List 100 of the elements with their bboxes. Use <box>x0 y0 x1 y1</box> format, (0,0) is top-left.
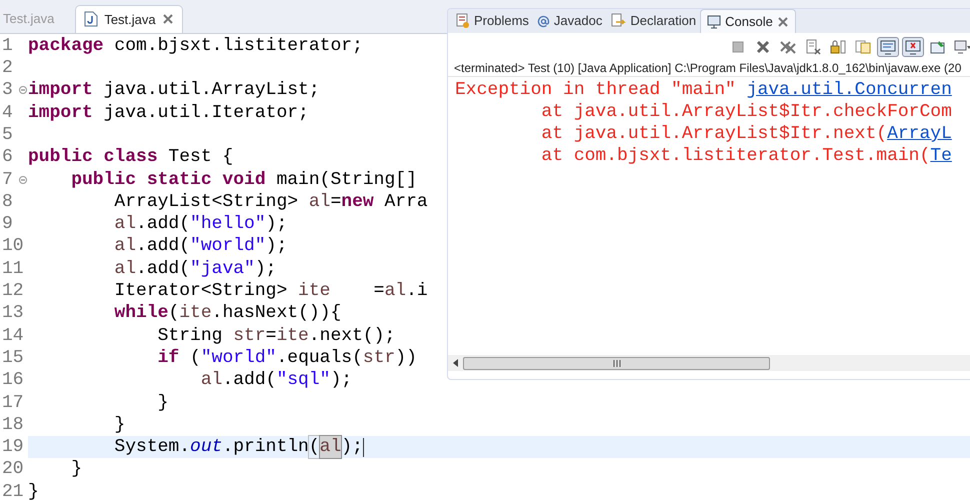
keyword-text: package <box>28 34 104 58</box>
variable-text: ite <box>179 302 212 325</box>
code-text: .println <box>222 436 309 458</box>
field-text: out <box>190 436 222 458</box>
code-text: = <box>372 280 384 302</box>
text-cursor <box>362 438 364 457</box>
tab-label: Declaration <box>630 12 696 30</box>
code-text: } <box>156 392 168 414</box>
line-number: 14 <box>1 326 24 346</box>
process-status: <terminated> Test (10) [Java Application] C:\Program Files\Java\jdk1.8.0_162\bin\javaw.exe (20 <box>448 59 970 77</box>
code-text: ); <box>266 213 288 236</box>
horizontal-scrollbar[interactable] <box>448 355 970 371</box>
code-text: ( <box>189 346 201 370</box>
code-text: .i <box>406 280 428 302</box>
tab-label: Test.java <box>3 10 54 28</box>
string-literal: "world" <box>200 346 276 370</box>
code-text: ArrayList<String> <box>113 190 300 214</box>
keyword-text: while <box>113 302 168 325</box>
error-text: at com.bjsxt.listiterator.Test.main( <box>540 145 930 167</box>
tab-label: Console <box>725 12 773 31</box>
code-text: ); <box>330 369 352 392</box>
keyword-text: import <box>28 79 93 102</box>
line-number: 18 <box>1 414 24 435</box>
code-text: java.util.Iterator; <box>102 102 309 124</box>
variable-text: str <box>233 324 266 347</box>
error-text: at java.util.ArrayList$Itr.checkForCom <box>540 101 952 123</box>
code-text: } <box>113 414 126 436</box>
string-literal: "sql" <box>276 369 330 392</box>
code-text: .add( <box>222 369 276 392</box>
line-number: 3 <box>1 80 13 100</box>
line-number: 20 <box>1 459 24 480</box>
scrollbar-thumb[interactable] <box>463 356 770 370</box>
code-text: } <box>70 458 82 481</box>
keyword-text: import <box>28 102 93 124</box>
warning-list-icon <box>456 13 470 29</box>
variable-text: al <box>384 280 406 302</box>
variable-text: str <box>362 346 396 370</box>
code-text: )) <box>395 346 417 370</box>
line-number: 12 <box>1 281 24 302</box>
fold-minus-icon[interactable] <box>19 86 27 94</box>
keyword-text: public static void <box>70 168 266 191</box>
monitor-icon <box>707 14 722 28</box>
code-text: = <box>330 190 342 214</box>
grip-icon <box>612 360 620 366</box>
view-tab[interactable]: Console <box>700 9 796 33</box>
line-number: 7 <box>1 170 13 190</box>
string-literal: "world" <box>190 235 266 258</box>
line-number: 4 <box>1 102 13 123</box>
stack-trace-link[interactable]: ArrayL <box>887 123 952 145</box>
code-text: .hasNext()){ <box>212 302 342 325</box>
string-literal: "hello" <box>190 213 266 236</box>
tab-label: Javadoc <box>554 12 602 30</box>
keyword-text: new <box>341 190 374 214</box>
at-sign-icon <box>536 14 550 28</box>
code-text: Arra <box>383 190 428 214</box>
line-number: 8 <box>1 192 13 212</box>
occurrence-highlight: al <box>320 436 342 458</box>
line-number: 16 <box>1 370 24 390</box>
code-text: Test { <box>167 146 234 169</box>
code-text: com.bjsxt.listiterator; <box>113 34 363 58</box>
editor-tab[interactable]: Test.java <box>75 4 183 33</box>
code-text: } <box>28 480 39 503</box>
view-tab[interactable]: Javadoc <box>532 9 606 33</box>
variable-text: al <box>308 190 330 214</box>
code-text: .equals( <box>276 346 363 370</box>
variable-text: al <box>113 258 136 280</box>
code-text: String <box>156 324 224 347</box>
code-text: ); <box>254 258 276 280</box>
close-icon[interactable] <box>162 13 174 26</box>
line-number: 1 <box>1 36 13 56</box>
line-number: 15 <box>1 348 24 368</box>
line-number: 21 <box>1 482 24 502</box>
code-text: .add( <box>136 235 190 258</box>
view-tab[interactable]: Declaration <box>606 9 700 33</box>
fold-minus-icon[interactable] <box>19 176 27 184</box>
code-text: = <box>266 324 276 347</box>
line-number: 11 <box>1 258 24 279</box>
variable-text: ite <box>276 324 309 347</box>
matched-bracket: ( <box>308 436 320 458</box>
tab-label: Problems <box>474 12 529 30</box>
line-number: 9 <box>1 214 13 234</box>
line-number: 6 <box>1 147 13 168</box>
document-arrow-icon <box>610 13 626 29</box>
tab-label: Test.java <box>104 10 156 29</box>
keyword-text: public class <box>28 146 158 169</box>
line-number: 2 <box>1 58 13 78</box>
close-icon[interactable] <box>776 16 789 28</box>
variable-text: ite <box>298 280 330 302</box>
error-text: at java.util.ArrayList$Itr.next( <box>540 123 888 145</box>
code-text: main(String[] <box>275 168 417 191</box>
stack-trace-link[interactable]: Te <box>930 145 952 167</box>
code-text: java.util.ArrayList; <box>102 79 320 102</box>
line-number: 17 <box>1 392 24 413</box>
error-text: Exception in thread "main" <box>455 79 737 101</box>
stack-trace-link[interactable]: java.util.Concurren <box>746 79 952 101</box>
variable-text: al <box>113 213 136 236</box>
scroll-left-icon[interactable] <box>452 358 460 368</box>
code-text: .next(); <box>308 324 396 347</box>
line-number: 5 <box>1 124 13 145</box>
view-tab[interactable]: Problems <box>452 9 533 33</box>
